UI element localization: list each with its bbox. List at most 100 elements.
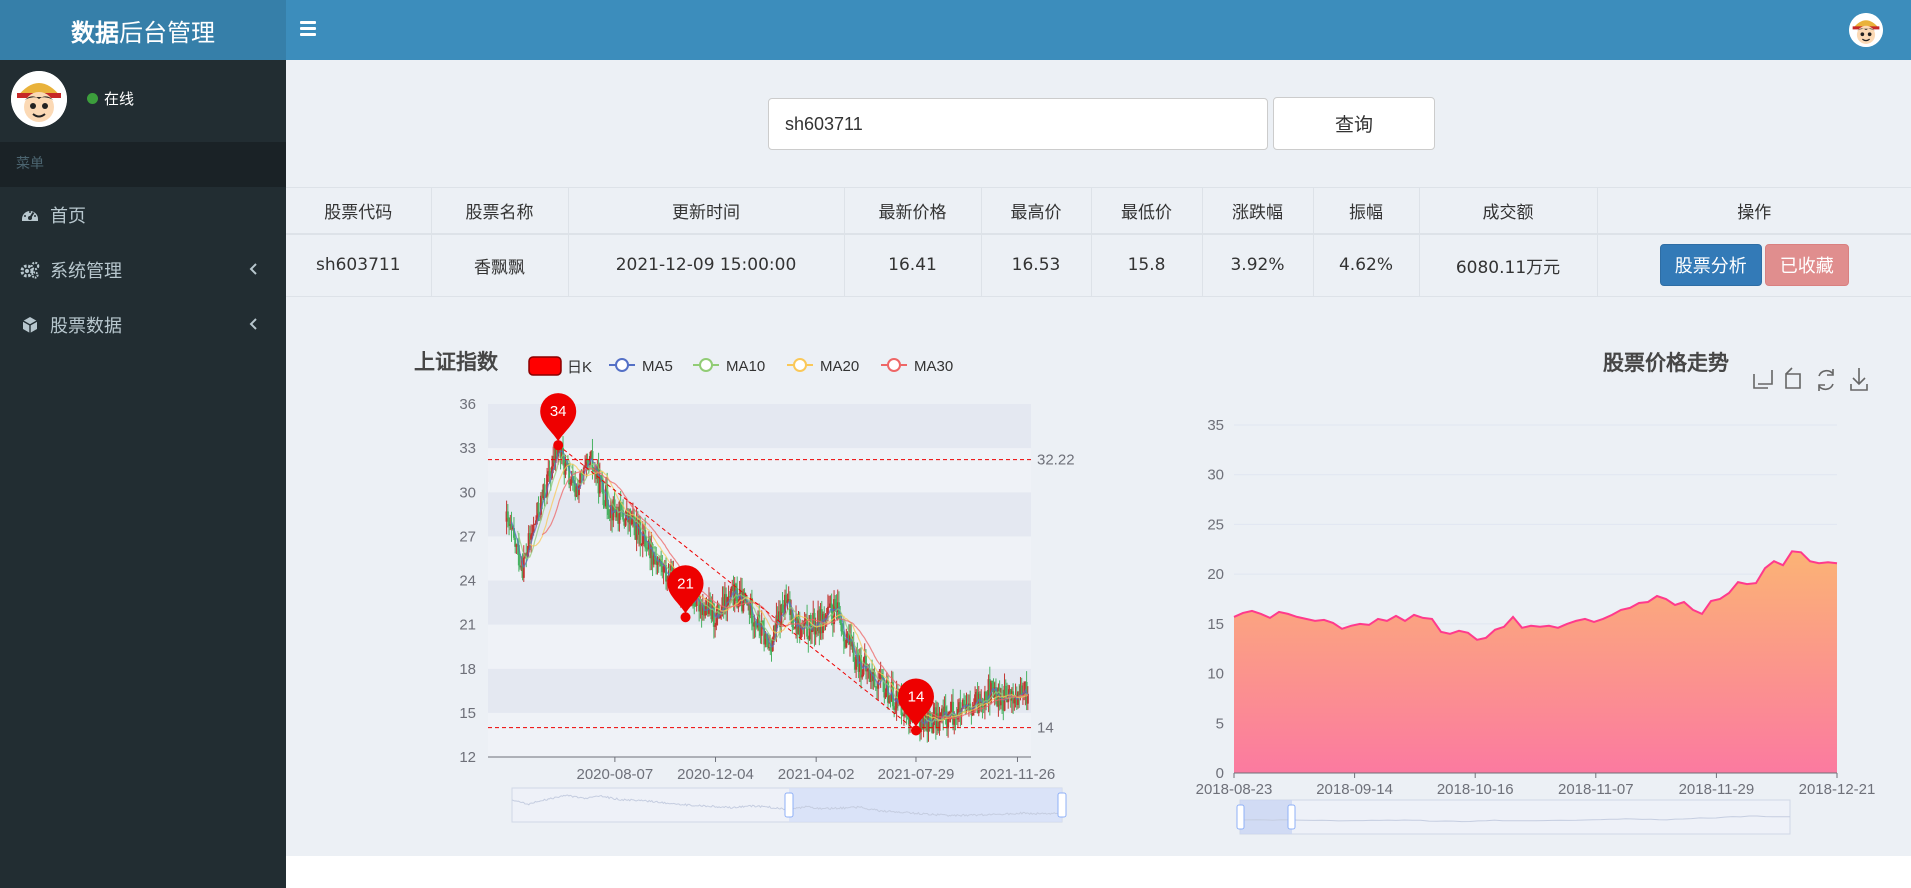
candle-body <box>866 670 869 672</box>
cell-turnover: 6080.11万元 <box>1419 233 1598 297</box>
y-tick-label: 36 <box>459 396 476 413</box>
candle-body <box>548 471 551 477</box>
y-tick-label: 35 <box>1207 417 1224 434</box>
legend-marker-icon <box>699 358 713 372</box>
avatar-icon <box>11 71 67 127</box>
datazoom-handle-left <box>784 792 794 818</box>
y-tick-label: 15 <box>459 705 476 722</box>
x-tick-label: 2020-08-07 <box>577 766 654 783</box>
col-header: 股票名称 <box>431 187 569 235</box>
candle-body <box>877 681 880 689</box>
toolbox <box>1753 367 1868 391</box>
online-status: 在线 <box>87 88 134 109</box>
candle-body <box>939 712 942 717</box>
markline-label: 14 <box>1037 720 1054 737</box>
y-tick-label: 15 <box>1207 616 1224 633</box>
candle-body <box>714 625 717 627</box>
candle-body <box>841 631 844 633</box>
x-tick-label: 2018-11-29 <box>1679 781 1755 798</box>
markline-label: 32.22 <box>1037 452 1075 469</box>
sidebar-item-label: 首页 <box>50 205 86 227</box>
sidebar-item-stock-data[interactable]: 股票数据 <box>0 297 286 352</box>
price-trend-chart[interactable]: 股票价格走势 0 5 10 15 20 25 30 35 2018-08-23 2018-09-14… <box>1116 340 1896 840</box>
zoom-reset-icon <box>1785 367 1801 389</box>
x-tick-label: 2021-07-29 <box>878 766 955 783</box>
chart-title: 股票价格走势 <box>1603 351 1729 375</box>
y-tick-label: 10 <box>1207 666 1224 683</box>
user-avatar[interactable] <box>11 71 67 127</box>
menu-header: 菜单 <box>0 142 286 187</box>
col-header: 最低价 <box>1091 187 1203 235</box>
restore-icon <box>1818 369 1834 391</box>
chevron-left-icon <box>249 263 257 275</box>
cogs-icon <box>20 260 40 280</box>
candle-body <box>613 499 616 511</box>
sidebar-item-home[interactable]: 首页 <box>0 187 286 242</box>
x-tick-label: 2021-11-26 <box>980 766 1056 783</box>
col-header: 最高价 <box>981 187 1092 235</box>
table-header-row: 股票代码 股票名称 更新时间 最新价格 最高价 最低价 涨跌幅 振幅 成交额 操… <box>286 187 1911 235</box>
legend-label: MA10 <box>726 358 765 375</box>
legend-label: MA20 <box>820 358 859 375</box>
y-tick-label: 5 <box>1216 715 1224 732</box>
cell-low-price: 15.8 <box>1091 233 1203 297</box>
candle-body <box>902 714 905 717</box>
col-header: 涨跌幅 <box>1202 187 1314 235</box>
sidebar: 在线 菜单 首页 系统管理 股票数据 <box>0 60 286 888</box>
markpoint-dot <box>680 612 691 623</box>
y-tick-label: 30 <box>459 484 476 501</box>
x-tick-label: 2018-10-16 <box>1437 781 1514 798</box>
legend-kline-icon <box>528 356 562 376</box>
legend-label: 日K <box>567 359 592 376</box>
download-icon <box>1850 368 1868 391</box>
status-label: 在线 <box>104 90 135 108</box>
candle-body <box>861 674 864 678</box>
candle-body <box>704 610 707 616</box>
datazoom-track <box>1239 799 1791 835</box>
user-avatar-small[interactable] <box>1849 13 1883 47</box>
candle-body <box>963 700 966 704</box>
x-tick-label: 2018-09-14 <box>1316 781 1393 798</box>
sidebar-toggle-icon[interactable] <box>300 18 322 40</box>
candle-body <box>1004 685 1007 696</box>
favorite-button[interactable]: 已收藏 <box>1764 244 1849 287</box>
grid-band <box>488 668 1031 713</box>
y-tick-label: 27 <box>459 528 476 545</box>
candle-body <box>834 599 837 607</box>
app: 数据 后台管理 在线 菜单 首页 系统管理 股票数据 sh603711 查询 股… <box>0 0 1911 888</box>
candle-body <box>506 511 509 518</box>
legend-marker-icon <box>615 358 629 372</box>
legend-label: MA30 <box>914 358 953 375</box>
candle-body <box>985 691 988 702</box>
query-button[interactable]: 查询 <box>1273 97 1435 150</box>
brand-logo[interactable]: 数据 后台管理 <box>0 0 286 60</box>
chevron-left-icon <box>249 318 257 330</box>
cell-amplitude: 4.62% <box>1313 233 1420 297</box>
x-tick-label: 2018-11-07 <box>1558 781 1634 798</box>
cell-latest-price: 16.41 <box>844 233 982 297</box>
candle-body <box>533 523 536 525</box>
brand-light: 后台管理 <box>119 18 215 47</box>
cell-change-pct: 3.92% <box>1202 233 1314 297</box>
col-header: 最新价格 <box>844 187 982 235</box>
candle-body <box>828 606 831 608</box>
y-tick-label: 25 <box>1207 516 1224 533</box>
candlestick-chart[interactable]: 上证指数 日K MA5 MA10 MA20 MA30 12 15 18 21 24 27 30 33 36 2… <box>406 340 1086 840</box>
candle-body <box>840 623 843 632</box>
stock-code-input[interactable] <box>768 98 1268 150</box>
legend-label: MA5 <box>642 358 673 375</box>
grid-band <box>488 492 1031 537</box>
chart-title: 上证指数 <box>414 350 499 374</box>
markpoint-label: 34 <box>550 403 567 420</box>
candle-body <box>978 693 981 703</box>
markpoint-dot <box>910 725 921 736</box>
col-header: 更新时间 <box>568 187 845 235</box>
analyze-button[interactable]: 股票分析 <box>1659 244 1762 287</box>
y-tick-label: 0 <box>1216 765 1224 782</box>
sidebar-item-system[interactable]: 系统管理 <box>0 242 286 297</box>
legend-marker-icon <box>793 358 807 372</box>
cell-stock-name: 香飘飘 <box>431 233 569 297</box>
candle-body <box>640 544 643 546</box>
datazoom-window <box>1240 800 1292 834</box>
y-tick-label: 20 <box>1207 566 1224 583</box>
